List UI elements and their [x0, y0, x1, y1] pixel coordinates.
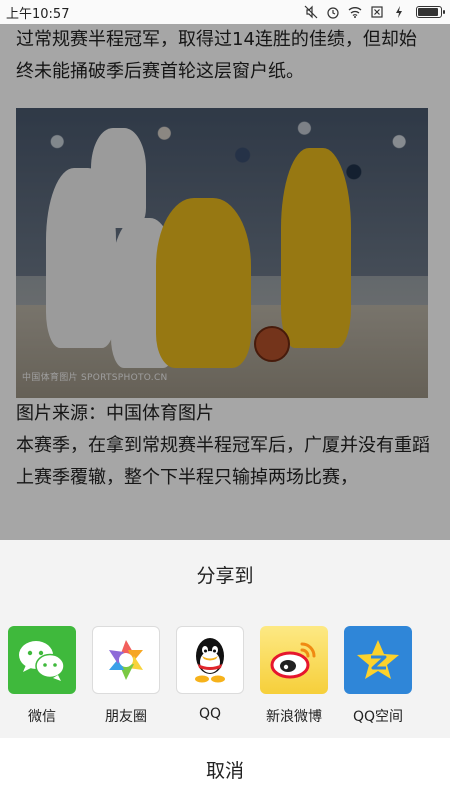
share-option-weibo[interactable]: 新浪微博 [252, 626, 336, 730]
qq-icon [176, 626, 244, 694]
battery-icon [416, 6, 445, 18]
mute-icon [304, 5, 318, 19]
wifi-icon [348, 7, 362, 18]
wechat-icon [8, 626, 76, 694]
share-option-moments[interactable]: 朋友圈 [84, 626, 168, 730]
moments-icon [92, 626, 160, 694]
battery-level-fill [418, 8, 439, 16]
dim-overlay[interactable] [0, 24, 450, 540]
alarm-icon [327, 7, 339, 19]
share-option-qq[interactable]: QQ [168, 626, 252, 730]
status-icons [304, 5, 445, 19]
charging-icon [396, 6, 402, 18]
share-option-wechat[interactable]: 微信 [0, 626, 84, 730]
share-sheet: 分享到 微信 朋友圈 QQ 新浪微博 QQ空间 取消 [0, 540, 450, 800]
share-options-row: 微信 朋友圈 QQ 新浪微博 QQ空间 [0, 626, 450, 730]
status-bar: 上午10:57 [0, 0, 450, 24]
share-option-qzone[interactable]: QQ空间 [336, 626, 420, 730]
weibo-icon [260, 626, 328, 694]
qzone-icon [344, 626, 412, 694]
status-time: 上午10:57 [6, 6, 70, 22]
cancel-button[interactable]: 取消 [0, 738, 450, 800]
share-option-label: QQ空间 [352, 709, 404, 725]
sim-x-icon [371, 6, 383, 18]
share-sheet-title: 分享到 [196, 564, 254, 587]
